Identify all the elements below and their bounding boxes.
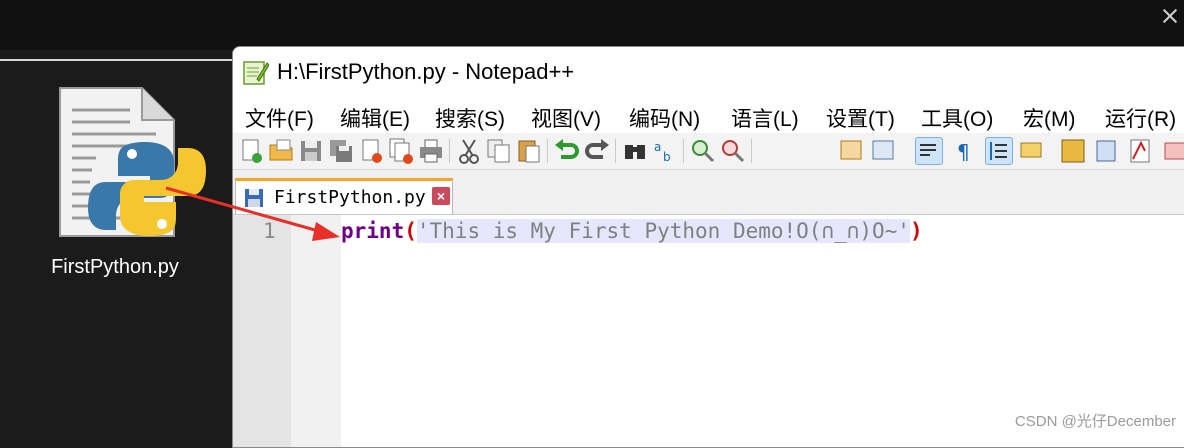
find-icon[interactable] — [621, 137, 649, 165]
close-all-icon[interactable] — [387, 137, 415, 165]
watermark: CSDN @光仔December — [1014, 413, 1176, 430]
undo-icon[interactable] — [553, 137, 581, 165]
code-string: 'This is My First Python Demo!O(∩_∩)O~' — [416, 219, 910, 243]
toolbar-separator — [615, 139, 616, 163]
doc-map-icon[interactable] — [1017, 137, 1045, 165]
toolbar-separator — [751, 139, 752, 163]
svg-text:¶: ¶ — [957, 140, 970, 164]
toolbar: ab ¶ — [233, 133, 1184, 170]
notepad-window: H:\FirstPython.py - Notepad++ 文件(F) 编辑(E… — [232, 46, 1184, 448]
tab-firstpython[interactable]: FirstPython.py × — [235, 178, 453, 214]
new-file-icon[interactable] — [237, 137, 265, 165]
desktop-divider — [0, 59, 232, 61]
redo-icon[interactable] — [583, 137, 611, 165]
notepad-app-icon — [243, 59, 270, 85]
copy-icon[interactable] — [485, 137, 513, 165]
cut-icon[interactable] — [455, 137, 483, 165]
file-label[interactable]: FirstPython.py — [20, 256, 210, 279]
code-keyword: print — [341, 219, 405, 243]
svg-text:a: a — [654, 140, 661, 154]
menu-settings[interactable]: 设置(T) — [826, 103, 895, 133]
code-open-paren: ( — [404, 219, 417, 243]
menu-encoding[interactable]: 编码(N) — [629, 103, 700, 133]
paste-icon[interactable] — [515, 137, 543, 165]
tab-label: FirstPython.py — [274, 187, 426, 208]
show-all-chars-icon[interactable]: ¶ — [949, 137, 977, 165]
indent-guide-icon[interactable] — [985, 137, 1013, 165]
close-icon[interactable] — [1162, 8, 1178, 24]
line-number: 1 — [263, 219, 276, 243]
folder-workspace-icon[interactable] — [1093, 137, 1121, 165]
desktop-top-bar — [0, 0, 1184, 50]
tab-bar: FirstPython.py × — [233, 170, 1184, 215]
word-wrap-icon[interactable] — [915, 137, 943, 165]
save-icon — [244, 187, 264, 209]
fold-margin — [291, 215, 341, 447]
open-file-icon[interactable] — [267, 137, 295, 165]
title-bar[interactable]: H:\FirstPython.py - Notepad++ — [233, 47, 1184, 97]
python-file-icon[interactable] — [56, 86, 206, 246]
print-icon[interactable] — [417, 137, 445, 165]
save-all-icon[interactable] — [327, 137, 355, 165]
window-title: H:\FirstPython.py - Notepad++ — [277, 59, 575, 84]
menu-edit[interactable]: 编辑(E) — [340, 103, 410, 133]
menu-run[interactable]: 运行(R) — [1105, 103, 1176, 133]
menu-view[interactable]: 视图(V) — [531, 103, 601, 133]
svg-text:b: b — [663, 150, 671, 164]
menu-tools[interactable]: 工具(O) — [921, 103, 993, 133]
menu-file[interactable]: 文件(F) — [245, 103, 314, 133]
menu-language[interactable]: 语言(L) — [731, 103, 799, 133]
line-number-gutter: 1 — [233, 215, 291, 447]
sync-horizontal-icon[interactable] — [869, 137, 897, 165]
monitoring-icon[interactable] — [1127, 137, 1155, 165]
function-list-icon[interactable] — [1059, 137, 1087, 165]
zoom-in-icon[interactable] — [689, 137, 717, 165]
menu-search[interactable]: 搜索(S) — [435, 103, 505, 133]
tab-close-icon[interactable]: × — [432, 187, 450, 205]
code-close-paren: ) — [909, 219, 923, 243]
replace-icon[interactable]: ab — [651, 137, 679, 165]
toolbar-separator — [547, 139, 548, 163]
zoom-out-icon[interactable] — [719, 137, 747, 165]
sync-vertical-icon[interactable] — [837, 137, 865, 165]
record-macro-icon[interactable] — [1161, 137, 1184, 165]
close-icon[interactable] — [357, 137, 385, 165]
menu-bar: 文件(F) 编辑(E) 搜索(S) 视图(V) 编码(N) 语言(L) 设置(T… — [233, 99, 1184, 133]
toolbar-separator — [449, 139, 450, 163]
menu-macro[interactable]: 宏(M) — [1023, 103, 1075, 133]
save-icon[interactable] — [297, 137, 325, 165]
toolbar-separator — [683, 139, 684, 163]
code-line[interactable]: print('This is My First Python Demo!O(∩_… — [341, 215, 1184, 247]
